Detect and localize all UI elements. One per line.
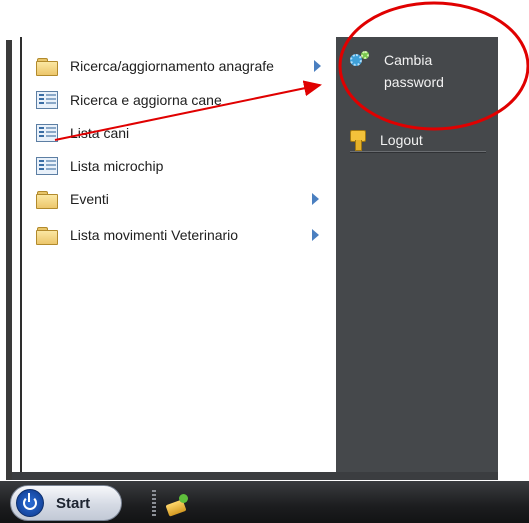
- menu-item-label: Lista cani: [70, 125, 130, 141]
- menu-item-cambia-password[interactable]: Cambia password: [350, 49, 444, 93]
- start-menu-programs-pane: Ricerca/aggiornamento anagrafe Ricerca e…: [20, 37, 338, 472]
- folder-icon: [36, 57, 58, 76]
- menu-item-label: Eventi: [70, 191, 109, 207]
- menu-item-ricerca-aggiornamento-anagrafe[interactable]: Ricerca/aggiornamento anagrafe: [36, 51, 336, 81]
- start-label: Start: [56, 494, 91, 512]
- menu-item-lista-microchip[interactable]: Lista microchip: [36, 151, 336, 181]
- folder-icon: [36, 226, 58, 245]
- menu-item-ricerca-aggiorna-cane[interactable]: Ricerca e aggiorna cane: [36, 85, 336, 115]
- screenshot-frame: Ricerca/aggiornamento anagrafe Ricerca e…: [0, 0, 529, 523]
- taskbar-grip[interactable]: [152, 490, 156, 518]
- menu-item-eventi[interactable]: Eventi: [36, 184, 336, 214]
- menu-item-logout[interactable]: Logout: [350, 129, 423, 151]
- list-icon: [36, 124, 58, 142]
- submenu-arrow-icon: [314, 60, 321, 72]
- menu-item-label: Ricerca e aggiorna cane: [70, 92, 222, 108]
- gear-icon: [350, 51, 370, 69]
- list-icon: [36, 157, 58, 175]
- power-icon: [16, 489, 44, 517]
- submenu-arrow-icon: [312, 229, 319, 241]
- label-line-1: Cambia: [384, 52, 433, 68]
- paint-icon[interactable]: [165, 492, 191, 518]
- folder-icon: [36, 190, 58, 209]
- label-line-2: password: [384, 74, 444, 90]
- menu-item-label: Logout: [380, 132, 423, 148]
- list-icon: [36, 91, 58, 109]
- start-button[interactable]: Start: [10, 485, 122, 521]
- start-menu-places-pane: Cambia password Logout: [336, 37, 498, 472]
- menu-item-label: Lista microchip: [70, 158, 164, 174]
- key-icon: [350, 130, 366, 151]
- menu-item-label: Cambia password: [384, 49, 444, 93]
- menu-item-lista-movimenti-veterinario[interactable]: Lista movimenti Veterinario: [36, 220, 336, 250]
- menu-item-lista-cani[interactable]: Lista cani: [36, 118, 336, 148]
- menu-item-label: Ricerca/aggiornamento anagrafe: [70, 58, 274, 74]
- submenu-arrow-icon: [312, 193, 319, 205]
- menu-item-label: Lista movimenti Veterinario: [70, 227, 239, 243]
- desktop-edge: [0, 40, 12, 480]
- start-menu-bottom-edge: [12, 472, 498, 480]
- menu-separator: [350, 151, 486, 153]
